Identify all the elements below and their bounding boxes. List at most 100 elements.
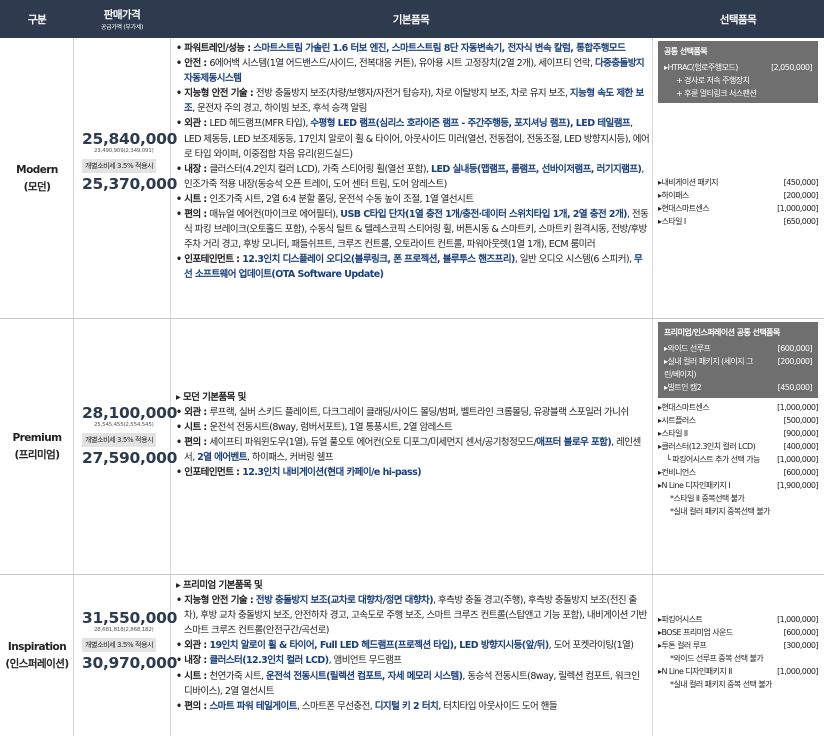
- basic-item-text: 편의 :: [184, 209, 210, 221]
- basic-item-text: 인포테인먼트 :: [184, 254, 243, 266]
- basic-item-text: ▸ 모던 기본품목 및: [176, 392, 246, 403]
- option-item[interactable]: 현대스마트센스 [1,000,000]: [658, 202, 818, 215]
- option-price: [300,000]: [783, 641, 819, 650]
- price-detail: 28,681,818(2,868,182): [94, 627, 154, 633]
- basic-item: • 인포테인먼트 : 12.3인치 디스플레이 오디오(블루링크, 폰 프로젝션…: [172, 252, 650, 282]
- option-price: [600,000]: [783, 468, 819, 477]
- basic-item: • 내장 : 클러스터(12.3인치 컬러 LCD), 앰비언트 무드램프: [172, 653, 650, 668]
- basic-item-text: 내장 :: [184, 163, 210, 175]
- option-label: 현대스마트센스: [658, 202, 709, 215]
- option-label: └ 파킹어시스트 추가 선택 가능: [666, 455, 761, 464]
- option-item[interactable]: 내비게이션 패키지 [450,000]: [658, 176, 818, 189]
- basic-item: • 편의 : 스마트 파워 테일게이트, 스마트폰 무선충전, 디지털 키 2 …: [172, 699, 650, 714]
- option-item[interactable]: 시트플러스 [500,000]: [658, 414, 818, 427]
- basic-item-text: 시트 :: [184, 193, 210, 205]
- basic-item-text: 19인치 알로이 휠 & 타이어, Full LED 헤드램프(프로젝션 타입)…: [209, 640, 549, 652]
- price-tax-value: 25,370,000: [82, 175, 178, 193]
- basic-item-text: , 스마트폰 무선충전,: [296, 700, 375, 712]
- option-list: 현대스마트센스 [1,000,000] 시트플러스 [500,000] 스타일 II [9…: [658, 401, 818, 492]
- basic-item-text: 편의 :: [184, 437, 210, 449]
- price-tax-value: 30,970,000: [82, 654, 178, 672]
- price-value: 28,100,000: [82, 404, 178, 422]
- basic-item: • 시트 : 운전석 전동시트(8way, 럼버서포트), 1열 통풍시트, 2…: [172, 420, 650, 435]
- basic-item-text: 외관 :: [184, 640, 210, 652]
- option-label: N Line 디자인패키지 I: [658, 479, 730, 492]
- option-price: [200,000]: [783, 191, 819, 200]
- option-label: BOSE 프리미엄 사운드: [658, 626, 733, 639]
- price-value: 31,550,000: [82, 609, 178, 627]
- option-price: [1,000,000]: [777, 403, 818, 412]
- model-name-en: Premium: [12, 432, 62, 444]
- option-price: [450,000]: [783, 178, 819, 187]
- option-item[interactable]: 빌트인 캠2[450,000]: [664, 381, 812, 394]
- option-price: [900,000]: [783, 429, 819, 438]
- basic-item-text: 12.3인치 디스플레이 오디오(블루링크, 폰 프로젝션, 블루투스 핸즈프리…: [242, 254, 515, 266]
- basic-item-text: 애프터 블로우 포함): [536, 437, 612, 449]
- header-price-label: 판매가격: [103, 9, 141, 21]
- basic-item-text: 운전석 전동시트(릴렉션 컴포트, 자세 메모리 시스템): [266, 670, 463, 682]
- option-list: 내비게이션 패키지 [450,000] 하이패스 [200,000] 현대스마트센스 [1…: [658, 176, 818, 228]
- option-item[interactable]: 현대스마트센스 [1,000,000]: [658, 401, 818, 414]
- basic-item: • 안전 : 6에어백 시스템(1열 어드밴스드/사이드, 전복대응 커튼), …: [172, 56, 650, 86]
- option-item[interactable]: 스타일 II [900,000]: [658, 427, 818, 440]
- basic-item-text: 천연가죽 시트,: [209, 670, 266, 682]
- basic-item: • 외관 : 19인치 알로이 휠 & 타이어, Full LED 헤드램프(프…: [172, 638, 650, 653]
- basic-item-text: 외관 :: [184, 118, 210, 130]
- tax-label: 개별소비세 3.5% 적용시: [82, 433, 157, 447]
- basic-item-text: 지능형 안전 기술 :: [184, 595, 256, 607]
- basic-item-text: 편의 :: [184, 700, 210, 712]
- basic-item-text: 운전석 전동시트(8way, 럼버서포트), 1열 통풍시트, 2열 암레스트: [209, 422, 453, 434]
- option-note: *실내 컬러 패키지 중복 선택 불가: [670, 680, 773, 689]
- price-detail: 23,490,909(2,349,091): [94, 148, 154, 154]
- option-item[interactable]: 컨비니언스 [600,000]: [658, 466, 818, 479]
- model-name-en: Inspiration: [7, 640, 67, 653]
- option-item[interactable]: N Line 디자인패키지 I [1,900,000]: [658, 479, 818, 492]
- option-price: [1,000,000]: [777, 615, 818, 624]
- option-note: *실내 컬러 패키지 중복선택 불가: [670, 507, 771, 516]
- basic-item-text: LED 헤드램프(MFR 타입),: [209, 118, 311, 130]
- basic-item: • 시트 : 천연가죽 시트, 운전석 전동시트(릴렉션 컴포트, 자세 메모리…: [172, 669, 650, 699]
- common-option-box: 공통 선택품목 HTRAC(험로주행모드) [2,050,000] + 경사로 …: [658, 41, 818, 103]
- option-label: 파킹어시스트: [658, 613, 702, 626]
- common-option-box: 프리미엄/인스퍼레이션 공통 선택품목 와이드 선루프[600,000] 실내 …: [658, 322, 818, 398]
- basic-item: • 외관 : 루프랙, 실버 스키드 플레이트, 다크그레이 클래딩/사이드 몰…: [172, 405, 650, 420]
- basic-item-text: 세이프티 파워윈도우(1열), 듀얼 풀오토 에어컨(오토 디포그/미세먼지 센…: [209, 437, 537, 449]
- basic-item: • 지능형 안전 기술 : 전방 충돌방지 보조(차량/보행자/자전거 탑승자)…: [172, 86, 650, 116]
- option-item[interactable]: 클러스터(12.3인치 컬러 LCD) [400,000]: [658, 440, 818, 453]
- option-item[interactable]: 파킹어시스트 [1,000,000]: [658, 613, 818, 626]
- basic-item-text: 매뉴얼 에어컨(마이크로 에어필터),: [209, 209, 341, 221]
- basic-item-text: , 운전자 주의 경고, 하이빔 보조, 후석 승객 알림: [192, 103, 367, 115]
- option-label: 클러스터(12.3인치 컬러 LCD): [658, 440, 755, 453]
- option-item[interactable]: N Line 디자인패키지 II[1,000,000]: [658, 665, 818, 678]
- basic-item-text: 스마트스트림 가솔린 1.6 터보 엔진, 스마트스트림 8단 자동변속기, 전…: [253, 43, 626, 54]
- option-item[interactable]: BOSE 프리미엄 사운드 [600,000]: [658, 626, 818, 639]
- option-item[interactable]: 와이드 선루프[600,000]: [664, 342, 812, 355]
- option-item[interactable]: HTRAC(험로주행모드) [2,050,000]: [664, 61, 812, 74]
- price-detail: 25,545,455(2,554,545): [94, 422, 154, 428]
- basic-item-text: USB C타입 단자(1열 충전 1개/충전·데이터 스위치타입 1개, 2열 …: [340, 209, 627, 221]
- option-item[interactable]: └ 파킹어시스트 추가 선택 가능 [1,000,000]: [658, 453, 819, 466]
- basic-item: ▸ 모던 기본품목 및: [172, 390, 650, 405]
- basic-item-text: 지능형 안전 기술 :: [184, 88, 256, 100]
- basic-item: • 편의 : 매뉴얼 에어컨(마이크로 에어필터), USB C타입 단자(1열…: [172, 207, 650, 252]
- basic-item-text: , 하이패스, 커버링 쉘프: [246, 452, 334, 464]
- price-value: 25,840,000: [82, 130, 178, 148]
- option-item[interactable]: 스타일 I [650,000]: [658, 215, 818, 228]
- option-sub: + 후륜 멀티링크 서스팬션: [676, 89, 757, 98]
- model-name-kr: (모던): [23, 180, 51, 193]
- basic-item-text: 인조가죽 시트, 2열 6:4 분할 폴딩, 운전석 수동 높이 조절, 1열 …: [209, 193, 474, 205]
- basic-item-text: 전방 충돌방지 보조(차량/보행자/자전거 탑승자), 차로 이탈방지 보조, …: [255, 88, 570, 100]
- option-item[interactable]: 하이패스 [200,000]: [658, 189, 818, 202]
- price-block: 25,840,000 23,490,909(2,349,091) 개별소비세 3…: [74, 130, 178, 193]
- model-name-kr: (인스퍼레이션): [5, 657, 69, 670]
- option-box-title: 공통 선택품목: [664, 47, 708, 56]
- option-price: [1,000,000]: [777, 204, 818, 213]
- basic-items: ▸ 모던 기본품목 및 • 외관 : 루프랙, 실버 스키드 플레이트, 다크그레…: [172, 390, 650, 481]
- option-price: [400,000]: [783, 442, 819, 451]
- option-item[interactable]: 실내 컬러 패키지 (세이지 그린/베이지)[200,000]: [664, 355, 813, 381]
- header-option: 선택품목: [719, 13, 757, 26]
- option-note: *와이드 선루프 중복 선택 불가: [670, 654, 764, 663]
- option-item[interactable]: 투톤 컬러 루프 [300,000]: [658, 639, 818, 652]
- option-box-title: 프리미엄/인스퍼레이션 공통 선택품목: [664, 328, 780, 337]
- option-sub: + 경사로 저속 주행장치: [676, 76, 750, 85]
